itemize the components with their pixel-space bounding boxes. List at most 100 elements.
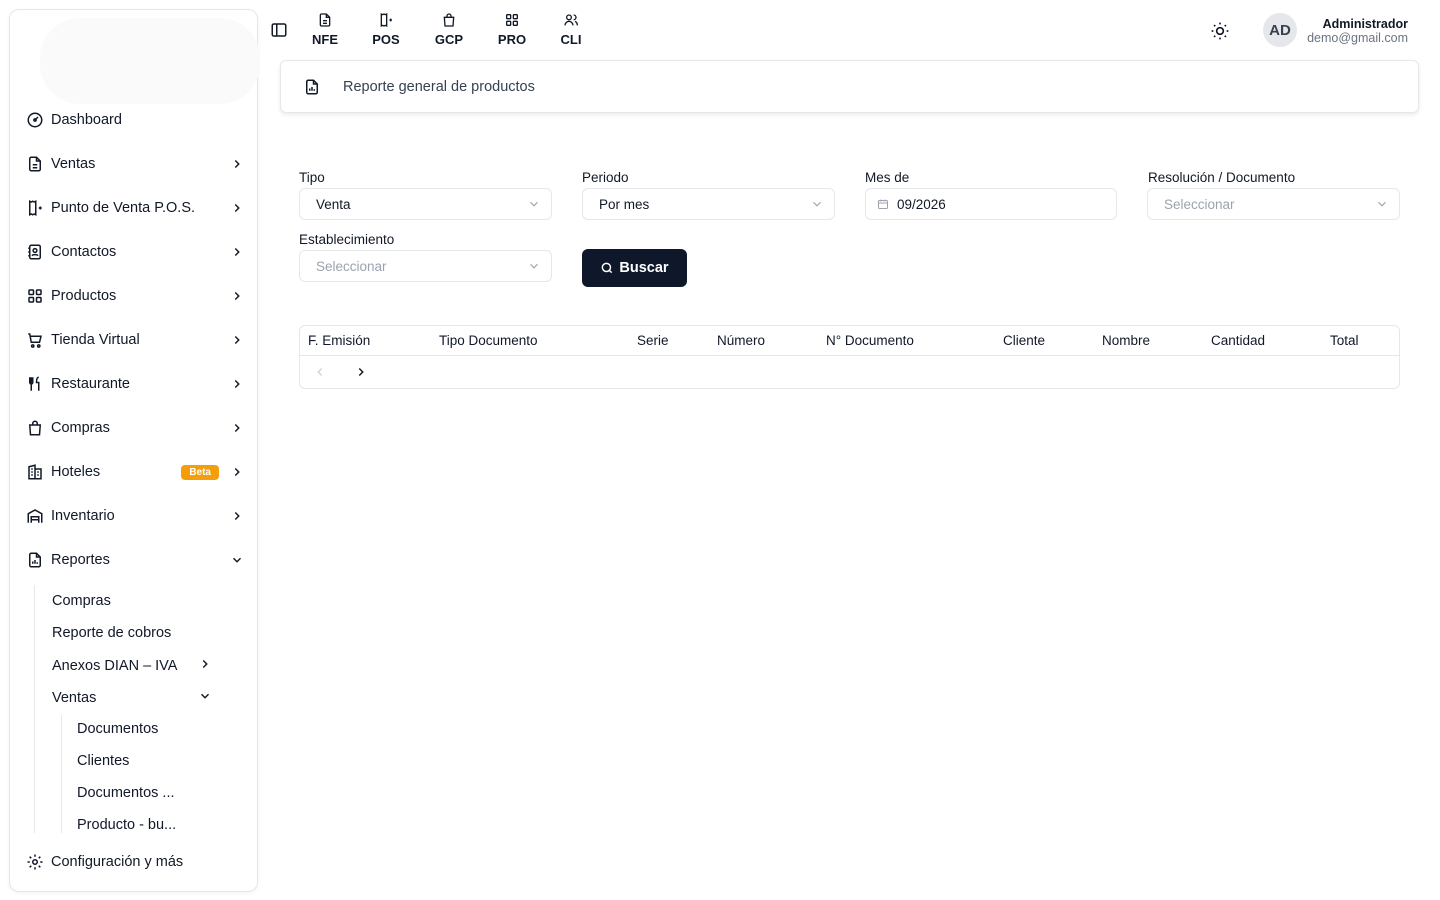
sidebar-item-label: Inventario [51,508,115,524]
chevron-right-icon [229,156,245,172]
shopping-bag-icon [443,13,455,27]
next-page-button[interactable] [353,364,369,380]
chevron-down-icon [530,201,538,207]
user-name: Administrador [1322,17,1408,31]
submenu-item-label: Producto - bu... [77,817,177,833]
submenu-item-label: Ventas [52,690,97,706]
building-icon [25,462,45,482]
grid-icon [25,286,45,306]
mes-date-picker[interactable]: 09/2026 [865,188,1117,220]
tipo-select[interactable]: Venta [299,188,552,220]
module-label: PRO [497,32,527,47]
submenu-item-ventas[interactable]: Ventas [52,689,212,707]
grid-icon [506,13,518,26]
column-header[interactable]: N° Documento [826,333,914,348]
sidebar-item-label: Restaurante [51,376,130,392]
page-title: Reporte general de productos [343,78,535,95]
column-header[interactable]: F. Emisión [308,333,370,348]
submenu-item-compras[interactable]: Compras [52,593,111,609]
sidebar-item-pos[interactable]: Punto de Venta P.O.S. [25,192,245,224]
receipt-icon [25,198,45,218]
sidebar-item-hoteles[interactable]: Hoteles Beta [25,456,245,488]
resolucion-label: Resolución / Documento [1148,170,1296,185]
calendar-icon [878,199,888,209]
establecimiento-label: Establecimiento [299,232,395,247]
periodo-select[interactable]: Por mes [582,188,835,220]
sidebar-item-label: Compras [51,420,110,436]
module-pro-button[interactable]: PRO [492,12,532,47]
sidebar-item-productos[interactable]: Productos [25,280,245,312]
module-label: POS [372,32,400,47]
gear-icon [25,852,45,872]
submenu-item-anexos-dian[interactable]: Anexos DIAN – IVA [52,657,212,675]
submenu-item-label: Compras [52,593,111,609]
resolucion-select[interactable]: Seleccionar [1147,188,1400,220]
column-header[interactable]: Cliente [1003,333,1045,348]
sidebar-item-compras[interactable]: Compras [25,412,245,444]
submenu-item-label: Clientes [77,753,130,769]
sidebar-item-ventas[interactable]: Ventas [25,148,245,180]
sidebar-toggle-button[interactable] [265,16,293,44]
module-gcp-button[interactable]: GCP [429,12,469,47]
submenu-item-label: Documentos [77,721,159,737]
submenu-item-label: Anexos DIAN – IVA [52,658,178,674]
chevron-down-icon [198,689,212,707]
chevron-right-icon [229,376,245,392]
search-icon [602,262,613,274]
warehouse-icon [25,506,45,526]
sidebar [9,9,260,892]
document-icon [319,13,331,27]
gauge-icon [25,110,45,130]
sidebar-item-dashboard[interactable]: Dashboard [25,104,245,136]
sidebar-item-inventario[interactable]: Inventario [25,500,245,532]
prev-page-button[interactable] [312,364,328,380]
submenu-item-documentos[interactable]: Documentos [77,721,158,737]
column-header[interactable]: Nombre [1102,333,1150,348]
chevron-down-icon [229,552,245,568]
module-nfe-button[interactable]: NFE [305,12,345,47]
beta-badge: Beta [181,464,219,480]
column-header[interactable]: Total [1330,333,1359,348]
column-header[interactable]: Serie [637,333,669,348]
module-label: GCP [434,32,464,47]
document-icon [25,154,45,174]
users-icon [564,14,578,26]
establecimiento-select[interactable]: Seleccionar [299,250,552,282]
column-header[interactable]: Cantidad [1211,333,1265,348]
resolucion-placeholder: Seleccionar [1164,196,1235,212]
submenu-item-documentos-2[interactable]: Documentos ... [77,785,175,801]
buscar-button[interactable]: Buscar [582,249,687,287]
periodo-value: Por mes [599,196,650,212]
sidebar-item-settings[interactable]: Configuración y más [25,846,245,878]
submenu-item-producto[interactable]: Producto - bu... [77,817,176,833]
submenu-item-clientes[interactable]: Clientes [77,753,129,769]
column-header[interactable]: Tipo Documento [439,333,538,348]
sidebar-item-reportes[interactable]: Reportes [25,544,245,576]
mes-value: 09/2026 [897,196,946,212]
sidebar-item-label: Productos [51,288,117,304]
panel-left-icon [271,23,287,37]
theme-toggle-button[interactable] [1207,18,1233,44]
module-label: CLI [560,32,582,47]
avatar[interactable]: AD [1263,13,1297,47]
chevron-right-icon [358,367,364,377]
receipt-icon [380,12,392,28]
sidebar-item-restaurante[interactable]: Restaurante [25,368,245,400]
page-title-card: Reporte general de productos [280,60,1419,113]
sidebar-item-contactos[interactable]: Contactos [25,236,245,268]
chevron-down-icon [1378,201,1386,207]
chevron-right-icon [229,464,245,480]
sidebar-item-tienda-virtual[interactable]: Tienda Virtual [25,324,245,356]
periodo-label: Periodo [582,170,629,185]
sun-icon [1211,22,1229,40]
module-pos-button[interactable]: POS [366,12,406,47]
column-header[interactable]: Número [717,333,765,348]
logo [40,18,260,104]
establecimiento-placeholder: Seleccionar [316,258,387,274]
chevron-right-icon [198,657,212,675]
chevron-right-icon [229,508,245,524]
module-cli-button[interactable]: CLI [551,12,591,47]
submenu-item-reporte-cobros[interactable]: Reporte de cobros [52,625,171,641]
table-header: F. Emisión Tipo Documento Serie Número N… [300,326,1399,356]
user-email: demo@gmail.com [1307,31,1408,45]
